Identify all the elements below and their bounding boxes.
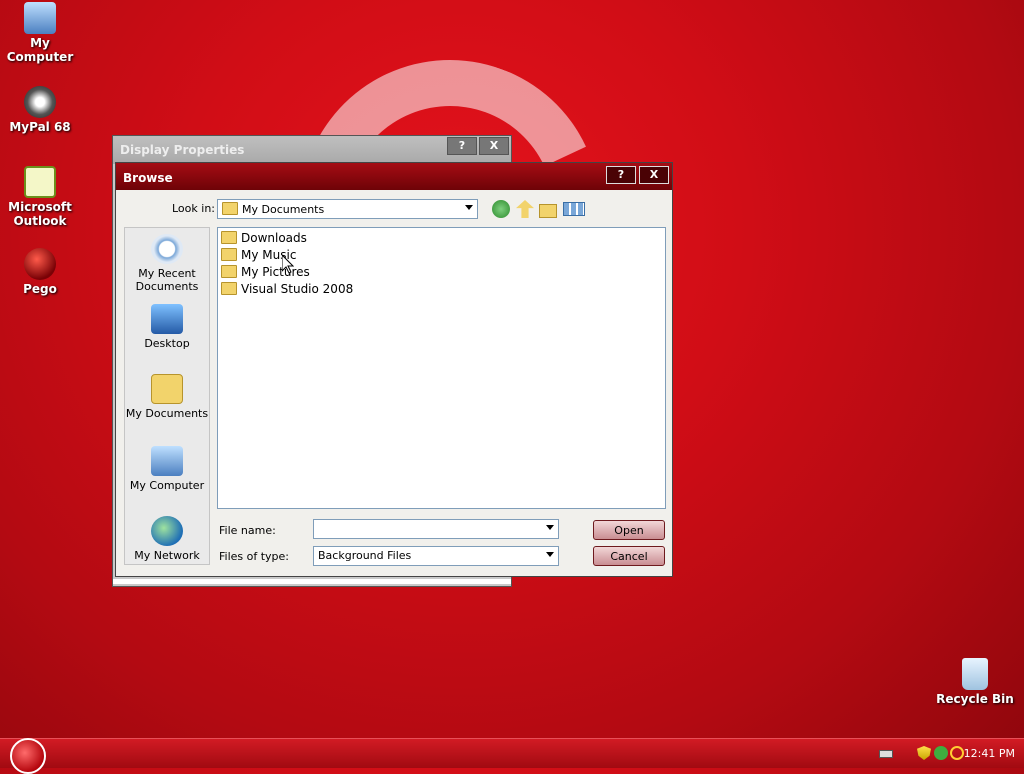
places-bar: My Recent Documents Desktop My Documents… <box>124 227 210 565</box>
new-folder-icon[interactable] <box>539 204 557 218</box>
file-name-field[interactable] <box>313 519 559 539</box>
chevron-down-icon <box>546 552 554 557</box>
close-button[interactable]: X <box>639 166 669 184</box>
look-in-dropdown[interactable]: My Documents <box>217 199 478 219</box>
chevron-down-icon <box>546 525 554 530</box>
system-tray: 12:41 PM <box>879 739 1024 769</box>
keyboard-icon[interactable] <box>879 750 893 758</box>
taskbar-clock[interactable]: 12:41 PM <box>964 747 1015 760</box>
place-my-recent-documents[interactable]: My Recent Documents <box>125 234 209 293</box>
my-documents-icon <box>222 202 238 215</box>
pictures-folder-icon <box>221 265 237 278</box>
display-properties-edge <box>113 579 511 584</box>
help-button[interactable]: ? <box>447 137 477 155</box>
file-name-label: File name: <box>219 524 276 537</box>
start-button[interactable] <box>10 738 46 774</box>
browse-titlebar[interactable]: Browse ? X <box>116 163 672 190</box>
search-icon[interactable] <box>950 746 964 760</box>
desktop-icon-label: Pego <box>23 282 57 296</box>
file-name: Visual Studio 2008 <box>241 282 354 296</box>
desktop-icon-label: MyPal 68 <box>9 120 71 134</box>
cancel-button[interactable]: Cancel <box>593 546 665 566</box>
place-label: My Computer <box>129 479 205 492</box>
pego-icon <box>24 248 56 280</box>
list-item[interactable]: My Pictures <box>221 265 310 282</box>
outlook-icon <box>24 166 56 198</box>
network-globe-icon <box>151 516 183 546</box>
desktop-icon-label: Recycle Bin <box>936 692 1014 706</box>
security-shield-icon[interactable] <box>917 746 931 760</box>
recycle-bin-icon <box>962 658 988 690</box>
desktop-icon <box>151 304 183 334</box>
up-folder-icon[interactable] <box>516 200 534 218</box>
my-computer-icon <box>151 446 183 476</box>
network-status-icon[interactable] <box>934 746 948 760</box>
desktop-icon-my-computer[interactable]: My Computer <box>0 2 80 64</box>
desktop-icon-outlook[interactable]: Microsoft Outlook <box>0 166 80 228</box>
mouse-cursor-icon <box>282 255 294 274</box>
computer-icon <box>24 2 56 34</box>
browse-dialog: Browse ? X Look in: My Documents My Rece… <box>115 162 673 577</box>
window-title: Display Properties <box>120 143 245 157</box>
folder-icon <box>221 231 237 244</box>
desktop-icon-label: Microsoft Outlook <box>8 200 72 228</box>
place-label: Desktop <box>144 337 190 350</box>
help-button[interactable]: ? <box>606 166 636 184</box>
place-my-computer[interactable]: My Computer <box>125 446 209 492</box>
place-my-documents[interactable]: My Documents <box>125 374 209 420</box>
back-icon[interactable] <box>492 200 510 218</box>
file-name: Downloads <box>241 231 307 245</box>
list-item[interactable]: Visual Studio 2008 <box>221 282 353 299</box>
desktop-icon-pego[interactable]: Pego <box>0 248 80 296</box>
close-button[interactable]: X <box>479 137 509 155</box>
desktop-icon-label: My Computer <box>6 36 74 64</box>
recent-documents-icon <box>151 234 183 264</box>
folder-icon <box>221 282 237 295</box>
desktop-icon-recycle-bin[interactable]: Recycle Bin <box>935 658 1015 706</box>
place-label: My Network <box>134 549 200 562</box>
list-item[interactable]: Downloads <box>221 231 307 248</box>
place-label: My Documents <box>125 407 209 420</box>
files-of-type-dropdown[interactable]: Background Files <box>313 546 559 566</box>
mypal-raccoon-icon <box>24 86 56 118</box>
file-name: My Pictures <box>241 265 310 279</box>
dialog-title: Browse <box>123 171 173 185</box>
views-menu-icon[interactable] <box>563 202 585 216</box>
desktop-icon-mypal[interactable]: MyPal 68 <box>0 86 80 134</box>
my-documents-folder-icon <box>151 374 183 404</box>
look-in-label: Look in: <box>172 202 215 215</box>
place-label: My Recent Documents <box>135 267 199 293</box>
open-button[interactable]: Open <box>593 520 665 540</box>
chevron-down-icon <box>465 205 473 210</box>
place-my-network[interactable]: My Network <box>125 516 209 562</box>
files-of-type-label: Files of type: <box>219 550 290 563</box>
look-in-value: My Documents <box>242 203 325 216</box>
taskbar: 12:41 PM <box>0 738 1024 774</box>
music-folder-icon <box>221 248 237 261</box>
files-of-type-value: Background Files <box>318 549 412 562</box>
place-desktop[interactable]: Desktop <box>125 304 209 350</box>
